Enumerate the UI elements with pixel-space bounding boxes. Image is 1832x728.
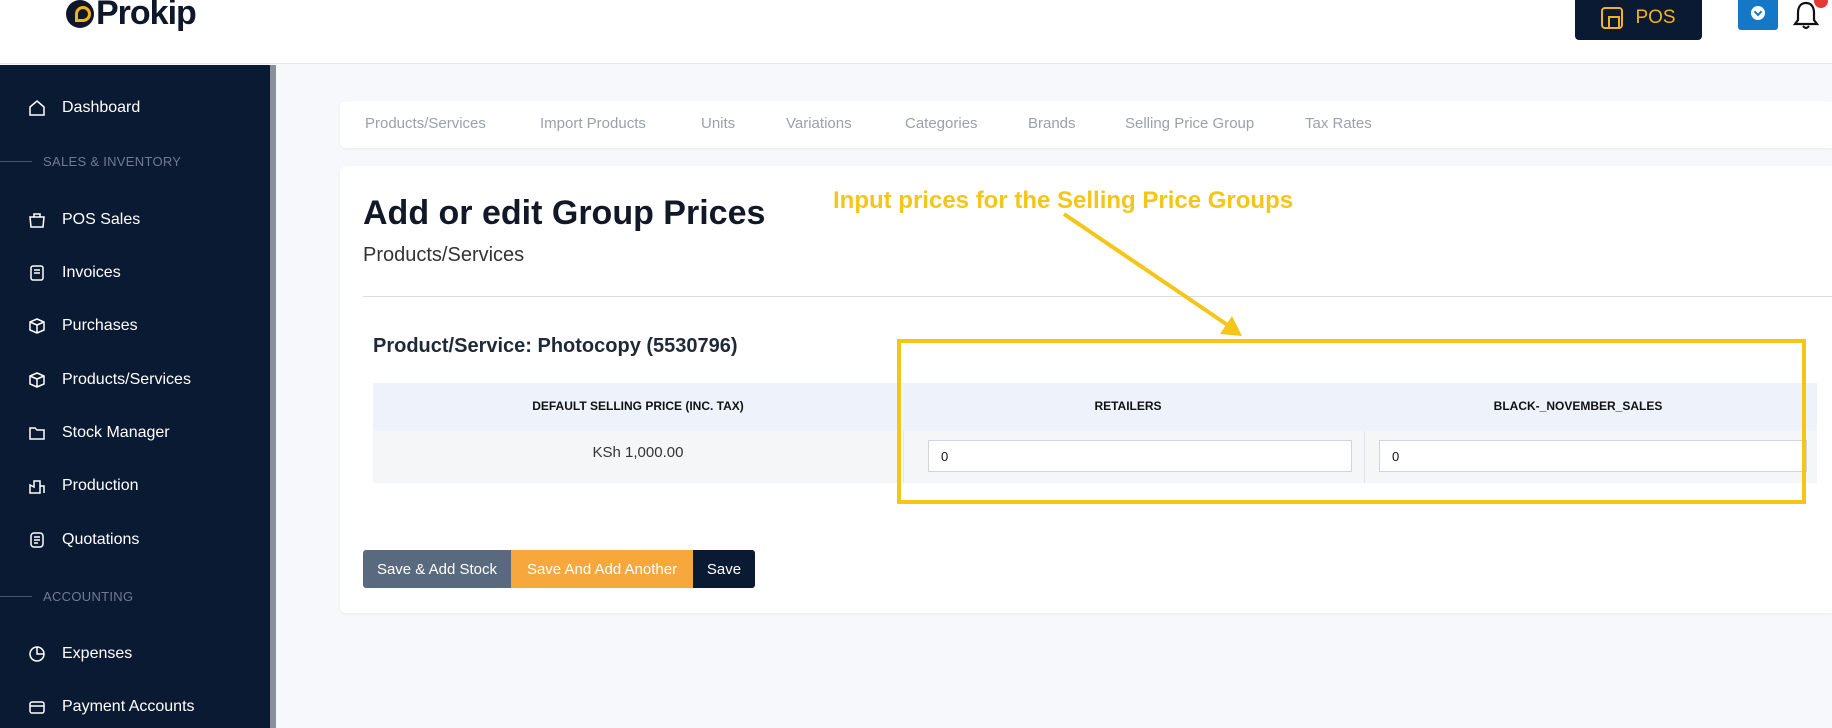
annotation-highlight-box <box>897 339 1806 504</box>
document-icon <box>28 531 46 549</box>
sidebar-item-payment-accounts[interactable]: Payment Accounts <box>28 695 195 719</box>
tab-brands[interactable]: Brands <box>1028 115 1076 132</box>
home-icon <box>28 99 46 117</box>
save-add-stock-button[interactable]: Save & Add Stock <box>363 550 511 588</box>
sidebar-section-sales: SALES & INVENTORY <box>0 154 181 169</box>
sidebar-item-purchases[interactable]: Purchases <box>28 314 138 338</box>
sidebar-scrollbar[interactable] <box>270 65 276 728</box>
sidebar-item-label: Production <box>62 477 139 494</box>
sidebar-section-accounting: ACCOUNTING <box>0 589 133 604</box>
pos-button[interactable]: POS <box>1575 0 1702 40</box>
tab-categories[interactable]: Categories <box>905 115 978 132</box>
tab-tax-rates[interactable]: Tax Rates <box>1305 115 1372 132</box>
sidebar-item-label: POS Sales <box>62 211 141 228</box>
basket-icon <box>28 211 46 229</box>
sidebar-item-label: Products/Services <box>62 371 191 388</box>
tab-selling-price-group[interactable]: Selling Price Group <box>1125 115 1254 132</box>
tab-units[interactable]: Units <box>701 115 735 132</box>
top-bar: Prokip POS <box>0 0 1832 64</box>
column-header-default-price: DEFAULT SELLING PRICE (INC. TAX) <box>532 399 744 413</box>
box-icon <box>28 317 46 335</box>
page-subtitle: Products/Services <box>363 244 525 266</box>
tab-variations[interactable]: Variations <box>786 115 852 132</box>
sidebar-item-label: Stock Manager <box>62 424 170 441</box>
tab-import-products[interactable]: Import Products <box>540 115 646 132</box>
sidebar-item-production[interactable]: Production <box>28 474 139 498</box>
brand-name: Prokip <box>96 0 197 32</box>
sidebar-item-label: Expenses <box>62 645 133 662</box>
sidebar-item-products-services[interactable]: Products/Services <box>28 368 191 392</box>
pie-chart-icon <box>28 645 46 663</box>
download-button[interactable] <box>1738 0 1778 30</box>
sidebar-item-dashboard[interactable]: Dashboard <box>28 96 140 120</box>
sidebar-item-stock-manager[interactable]: Stock Manager <box>28 421 170 445</box>
sidebar-item-label: Payment Accounts <box>62 698 195 715</box>
store-icon <box>1601 7 1624 29</box>
sidebar-item-label: Invoices <box>62 264 121 281</box>
notification-badge <box>1814 0 1828 8</box>
cube-icon <box>28 371 46 389</box>
tab-products-services[interactable]: Products/Services <box>365 115 486 132</box>
sidebar-item-quotations[interactable]: Quotations <box>28 528 139 552</box>
page-title: Add or edit Group Prices <box>363 194 766 232</box>
logo-icon <box>66 0 94 28</box>
product-heading: Product/Service: Photocopy (5530796) <box>373 335 738 357</box>
invoice-icon <box>28 264 46 282</box>
sidebar-item-label: Dashboard <box>62 99 141 116</box>
download-icon <box>1751 6 1765 20</box>
brand-logo[interactable]: Prokip <box>66 0 197 33</box>
product-tabs: Products/Services Import Products Units … <box>340 101 1832 148</box>
save-button[interactable]: Save <box>693 550 755 588</box>
annotation-arrow <box>1062 212 1242 336</box>
save-and-add-another-button[interactable]: Save And Add Another <box>511 550 693 588</box>
wallet-icon <box>28 698 46 716</box>
factory-icon <box>28 477 46 495</box>
folder-icon <box>28 424 46 442</box>
pos-button-label: POS <box>1635 7 1676 28</box>
sidebar-item-pos-sales[interactable]: POS Sales <box>28 208 140 232</box>
default-selling-price: KSh 1,000.00 <box>592 444 684 461</box>
sidebar-item-expenses[interactable]: Expenses <box>28 642 132 666</box>
sidebar-item-label: Purchases <box>62 317 138 334</box>
sidebar-item-invoices[interactable]: Invoices <box>28 261 121 285</box>
sidebar-item-label: Quotations <box>62 531 140 548</box>
